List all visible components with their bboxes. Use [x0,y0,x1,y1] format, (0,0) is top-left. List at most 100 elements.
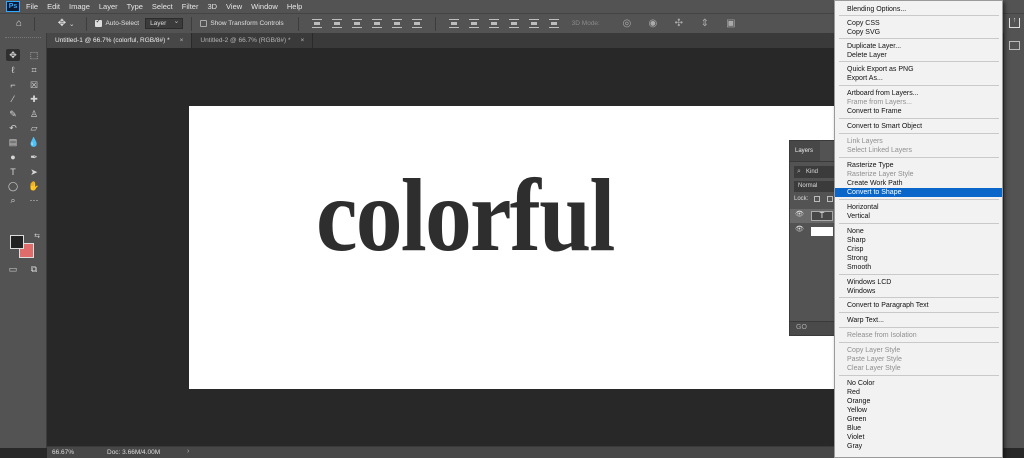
distribute-icon[interactable] [548,19,559,28]
menu-item-no-color[interactable]: No Color [835,379,1002,388]
menu-item-quick-export-as-png[interactable]: Quick Export as PNG [835,65,1002,74]
auto-select-checkbox[interactable] [95,17,103,27]
align-right-icon[interactable] [411,19,422,28]
foreground-color-swatch[interactable] [10,235,24,249]
menu-item-orange[interactable]: Orange [835,397,1002,406]
marquee-tool-icon[interactable]: ⬚ [27,49,41,61]
tab-untitled-1[interactable]: Untitled-1 @ 66.7% (colorful, RGB/8#) * × [47,33,193,48]
menu-item-convert-to-frame[interactable]: Convert to Frame [835,107,1002,116]
menu-filter[interactable]: Filter [182,2,199,11]
frame-tool-icon[interactable]: ☒ [27,79,41,91]
chevron-right-icon[interactable]: › [187,448,189,455]
menu-item-gray[interactable]: Gray [835,442,1002,451]
hand-tool-icon[interactable]: ✋ [27,180,41,192]
menu-view[interactable]: View [226,2,242,11]
distribute-icon[interactable] [528,19,539,28]
link-layers-icon[interactable]: GO [796,324,807,331]
menu-window[interactable]: Window [251,2,278,11]
canvas-area[interactable]: colorful [47,48,834,446]
menu-item-horizontal[interactable]: Horizontal [835,203,1002,212]
close-icon[interactable]: × [180,37,184,44]
menu-item-red[interactable]: Red [835,388,1002,397]
tab-untitled-2[interactable]: Untitled-2 @ 66.7% (RGB/8#) * × [192,33,314,48]
menu-edit[interactable]: Edit [47,2,60,11]
menu-item-vertical[interactable]: Vertical [835,212,1002,221]
panel-icon[interactable] [1009,41,1020,50]
menu-item-smooth[interactable]: Smooth [835,263,1002,272]
screen-mode-icon[interactable]: ⧉ [27,263,41,275]
menu-item-copy-svg[interactable]: Copy SVG [835,28,1002,37]
auto-select-target-dropdown[interactable]: Layer [145,17,184,29]
menu-item-green[interactable]: Green [835,415,1002,424]
eraser-tool-icon[interactable]: ▱ [27,122,41,134]
lock-pixels-icon[interactable] [814,196,820,202]
move-tool-icon[interactable]: ✥ [6,49,20,61]
eyedropper-tool-icon[interactable]: ⁄ [6,93,20,105]
canvas-text-layer[interactable]: colorful [316,164,615,268]
menu-item-strong[interactable]: Strong [835,254,1002,263]
3d-orbit-icon[interactable]: ◎ [620,18,634,30]
menu-item-delete-layer[interactable]: Delete Layer [835,51,1002,60]
distribute-icon[interactable] [488,19,499,28]
distribute-icon[interactable] [448,19,459,28]
3d-scale-icon[interactable]: ▣ [724,18,738,30]
menu-item-artboard-from-layers[interactable]: Artboard from Layers... [835,89,1002,98]
3d-roll-icon[interactable]: ◉ [646,18,660,30]
lasso-tool-icon[interactable]: ℓ [6,64,20,76]
menu-item-blue[interactable]: Blue [835,424,1002,433]
menu-item-convert-to-smart-object[interactable]: Convert to Smart Object [835,122,1002,131]
align-horizontal-center-icon[interactable] [391,19,402,28]
menu-item-duplicate-layer[interactable]: Duplicate Layer... [835,42,1002,51]
document-canvas[interactable]: colorful [189,106,834,389]
menu-type[interactable]: Type [127,2,143,11]
more-tools-icon[interactable]: ⋯ [27,194,41,206]
type-tool-icon[interactable]: T [6,166,20,178]
swap-colors-icon[interactable]: ⇆ [30,231,44,243]
menu-item-crisp[interactable]: Crisp [835,245,1002,254]
menu-select[interactable]: Select [152,2,173,11]
show-transform-checkbox[interactable] [200,20,208,27]
menu-file[interactable]: File [26,2,38,11]
menu-item-rasterize-type[interactable]: Rasterize Type [835,161,1002,170]
menu-layer[interactable]: Layer [99,2,118,11]
menu-item-windows[interactable]: Windows [835,287,1002,296]
home-icon[interactable]: ⌂ [12,18,26,30]
dodge-tool-icon[interactable]: ● [6,151,20,163]
pen-tool-icon[interactable]: ✒ [27,151,41,163]
menu-item-convert-to-paragraph-text[interactable]: Convert to Paragraph Text [835,301,1002,310]
ellipse-tool-icon[interactable]: ◯ [6,180,20,192]
align-top-icon[interactable] [311,19,322,28]
menu-item-violet[interactable]: Violet [835,433,1002,442]
menu-item-sharp[interactable]: Sharp [835,236,1002,245]
align-vertical-center-icon[interactable] [331,19,342,28]
chevron-down-icon[interactable]: ⌄ [69,20,74,28]
menu-item-export-as[interactable]: Export As... [835,74,1002,83]
layer-row-background[interactable]: 👁 [790,224,840,238]
healing-brush-icon[interactable]: ✚ [27,93,41,105]
quick-select-tool-icon[interactable]: ⌗ [27,64,41,76]
eye-icon[interactable]: 👁 [795,226,804,233]
menu-item-blending-options[interactable]: Blending Options... [835,5,1002,14]
menu-image[interactable]: Image [69,2,90,11]
3d-pan-icon[interactable]: ✣ [672,18,686,30]
menu-item-create-work-path[interactable]: Create Work Path [835,179,1002,188]
blur-tool-icon[interactable]: 💧 [27,136,41,148]
menu-3d[interactable]: 3D [207,2,217,11]
clone-stamp-icon[interactable]: ♙ [27,108,41,120]
menu-item-none[interactable]: None [835,227,1002,236]
distribute-icon[interactable] [508,19,519,28]
menu-item-windows-lcd[interactable]: Windows LCD [835,278,1002,287]
3d-slide-icon[interactable]: ⇕ [698,18,712,30]
align-bottom-icon[interactable] [351,19,362,28]
menu-help[interactable]: Help [287,2,302,11]
history-brush-icon[interactable]: ↶ [6,122,20,134]
path-select-icon[interactable]: ➤ [27,166,41,178]
menu-item-yellow[interactable]: Yellow [835,406,1002,415]
menu-item-convert-to-shape[interactable]: Convert to Shape [835,188,1002,197]
brush-tool-icon[interactable]: ✎ [6,108,20,120]
tab-layers[interactable]: Layers [790,141,820,161]
zoom-level[interactable]: 66.67% [52,449,74,456]
share-icon[interactable]: ↑ [1009,17,1020,28]
layer-row-text[interactable]: 👁 T [790,209,840,223]
close-icon[interactable]: × [300,37,304,44]
